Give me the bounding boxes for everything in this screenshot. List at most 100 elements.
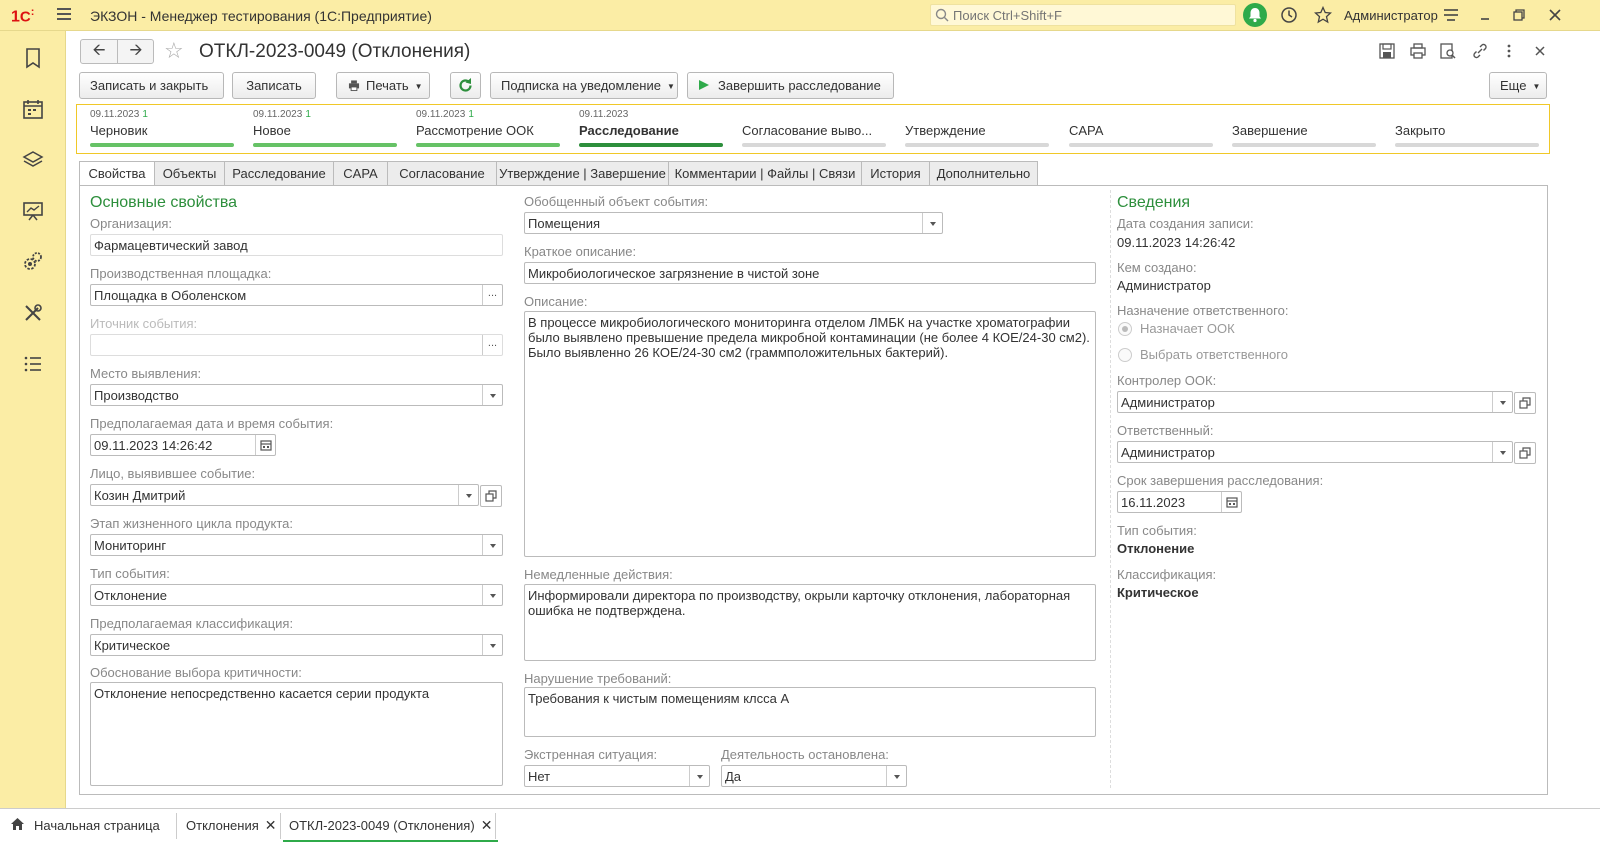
workflow-stage[interactable]: Закрыто [1395, 109, 1539, 147]
chevron-down-icon[interactable] [1492, 442, 1512, 462]
open-item-icon[interactable] [480, 485, 502, 507]
chevron-down-icon[interactable] [482, 585, 502, 605]
description-textarea[interactable]: В процессе микробиологического мониторин… [524, 311, 1096, 557]
controller-select[interactable]: Администратор [1117, 391, 1536, 414]
stage-name: Согласование выво... [742, 123, 873, 138]
close-app-icon[interactable] [1546, 6, 1564, 24]
more-button[interactable]: Еще ▼ [1489, 72, 1547, 99]
presentation-chart-icon[interactable] [22, 200, 44, 222]
open-item-icon[interactable] [1514, 442, 1536, 464]
save-button[interactable]: Записать [232, 72, 316, 99]
workflow-stage[interactable]: Согласование выво... [742, 109, 886, 147]
tab-8[interactable]: Дополнительно [929, 161, 1038, 186]
close-form-icon[interactable] [1531, 42, 1549, 60]
responsible-select[interactable]: Администратор [1117, 441, 1536, 464]
user-name[interactable]: Администратор [1344, 8, 1438, 23]
workflow-stage[interactable]: Утверждение [905, 109, 1049, 147]
chevron-down-icon[interactable] [458, 485, 478, 505]
reason-textarea[interactable]: Отклонение непосредственно касается сери… [90, 682, 503, 786]
tab-4[interactable]: Согласование [387, 161, 497, 186]
object-select[interactable]: Помещения [524, 212, 943, 234]
notifications-bell-icon[interactable] [1243, 3, 1267, 27]
chevron-down-icon[interactable] [689, 766, 709, 786]
open-item-icon[interactable] [1514, 392, 1536, 414]
chevron-down-icon[interactable] [482, 635, 502, 655]
select-dots-button[interactable]: ... [482, 285, 502, 305]
workflow-stage[interactable]: Завершение [1232, 109, 1376, 147]
subscribe-button[interactable]: Подписка на уведомление ▼ [490, 72, 678, 99]
layers-icon[interactable] [22, 149, 44, 171]
close-tab-icon[interactable]: ✕ [481, 817, 493, 833]
controller-value: Администратор [1121, 395, 1215, 410]
chevron-down-icon[interactable] [482, 385, 502, 405]
tab-6[interactable]: Комментарии | Файлы | Связи [668, 161, 862, 186]
preview-search-icon[interactable] [1439, 42, 1457, 60]
created-label: Дата создания записи: [1117, 216, 1254, 231]
current-document-tab[interactable]: ОТКЛ-2023-0049 (Отклонения) ✕ [283, 809, 499, 842]
short-desc-input[interactable]: Микробиологическое загрязнение в чистой … [524, 262, 1096, 284]
chevron-down-icon[interactable] [1492, 392, 1512, 412]
tab-7[interactable]: История [861, 161, 930, 186]
favorites-star-icon[interactable] [1314, 6, 1332, 24]
calendar-icon[interactable] [1221, 492, 1241, 512]
chevron-down-icon[interactable] [886, 766, 906, 786]
deadline-value: 16.11.2023 [1121, 495, 1186, 510]
person-select[interactable]: Козин Дмитрий [90, 484, 502, 507]
settings-menu-icon[interactable] [1442, 6, 1460, 24]
classification-select[interactable]: Критическое [90, 634, 503, 656]
home-page-tab[interactable]: Начальная страница [10, 809, 160, 842]
site-field[interactable]: Площадка в Оболенском... [90, 284, 503, 306]
tools-icon[interactable] [22, 302, 44, 324]
tab-0[interactable]: Свойства [79, 161, 155, 186]
actions-textarea[interactable]: Информировали директора по производству,… [524, 584, 1096, 661]
save-disk-icon[interactable] [1378, 42, 1396, 60]
event-date-input[interactable]: 09.11.2023 14:26:42 [90, 434, 276, 456]
minimize-icon[interactable] [1476, 6, 1494, 24]
calendar-icon[interactable] [255, 435, 275, 455]
tab-5[interactable]: Утверждение | Завершение [496, 161, 669, 186]
lifecycle-select[interactable]: Мониторинг [90, 534, 503, 556]
stopped-select[interactable]: Да [721, 765, 907, 787]
deadline-input[interactable]: 16.11.2023 [1117, 491, 1242, 513]
back-arrow-icon[interactable]: 🡨 [81, 40, 118, 63]
responsible-label: Ответственный: [1117, 423, 1214, 438]
event-type-select[interactable]: Отклонение [90, 584, 503, 606]
link-icon[interactable] [1471, 42, 1489, 60]
menu-icon[interactable] [57, 8, 71, 22]
workflow-stage[interactable]: 09.11.2023 Расследование [579, 109, 723, 147]
close-tab-icon[interactable]: ✕ [265, 817, 277, 833]
history-icon[interactable] [1280, 6, 1298, 24]
global-search[interactable] [930, 4, 1236, 26]
save-and-close-button[interactable]: Записать и закрыть [79, 72, 224, 99]
violation-textarea[interactable]: Требования к чистым помещениям клсса А [524, 687, 1096, 737]
chevron-down-icon[interactable] [482, 535, 502, 555]
workflow-stage[interactable]: 09.11.2023 1 Черновик [90, 109, 234, 147]
tab-3[interactable]: CAPA [333, 161, 388, 186]
workflow-stage[interactable]: 09.11.2023 1 Рассмотрение ООК [416, 109, 560, 147]
tab-1[interactable]: Объекты [154, 161, 225, 186]
refresh-button[interactable] [450, 72, 481, 99]
forward-arrow-icon[interactable]: 🡪 [118, 40, 154, 63]
favorite-star-icon[interactable]: ☆ [164, 38, 184, 64]
restore-icon[interactable] [1510, 6, 1528, 24]
workflow-stage[interactable]: CAPA [1069, 109, 1213, 147]
bookmark-icon[interactable] [22, 47, 44, 69]
home-tab-label: Начальная страница [34, 818, 160, 833]
org-field[interactable]: Фармацевтический завод [90, 234, 503, 256]
chevron-down-icon[interactable] [922, 213, 942, 233]
workflow-stage[interactable]: 09.11.2023 1 Новое [253, 109, 397, 147]
emergency-select[interactable]: Нет [524, 765, 710, 787]
search-input[interactable] [953, 6, 1223, 24]
source-field[interactable]: ... [90, 334, 503, 356]
print-button[interactable]: Печать ▼ [336, 72, 430, 99]
place-select[interactable]: Производство [90, 384, 503, 406]
more-vertical-icon[interactable] [1500, 42, 1518, 60]
print-icon[interactable] [1409, 42, 1427, 60]
list-icon[interactable] [22, 353, 44, 375]
select-dots-button[interactable]: ... [482, 335, 502, 355]
calendar-icon[interactable] [22, 98, 44, 120]
gears-icon[interactable] [22, 251, 44, 273]
deviations-list-tab[interactable]: Отклонения ✕ [186, 809, 277, 842]
tab-2[interactable]: Расследование [224, 161, 334, 186]
finish-investigation-button[interactable]: Завершить расследование [687, 72, 894, 99]
